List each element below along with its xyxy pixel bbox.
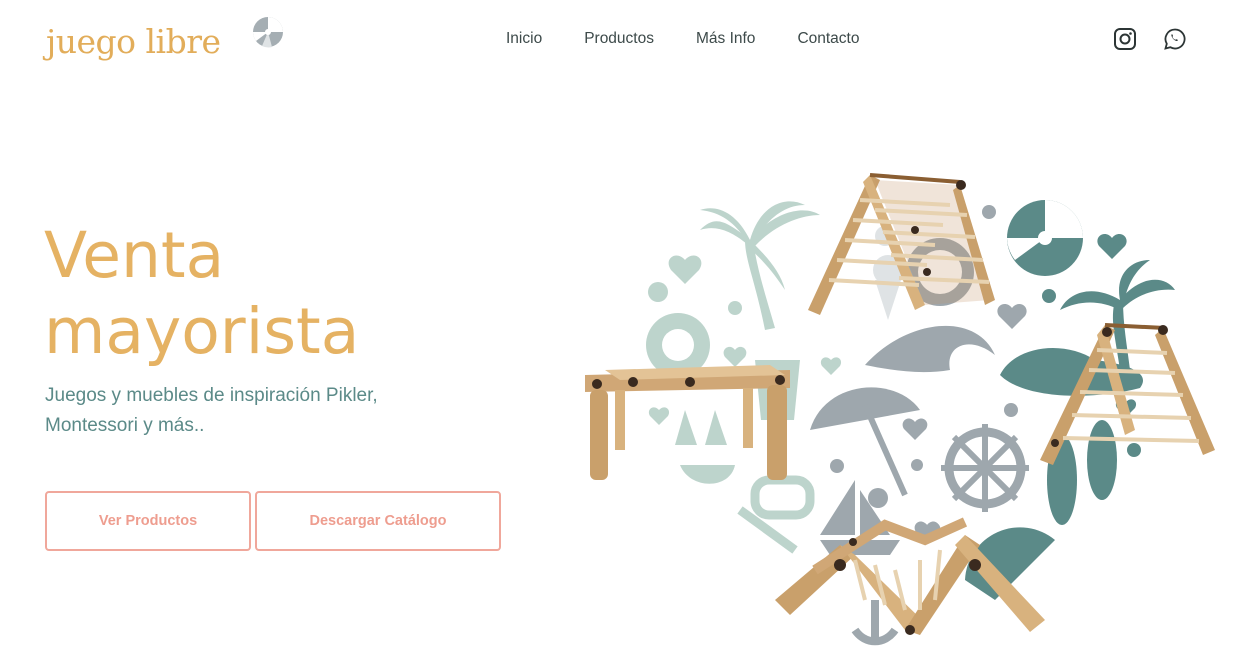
dot-icon <box>911 459 923 471</box>
logo-text: juego libre <box>46 22 221 61</box>
pikler-triangle-top <box>808 173 995 315</box>
ship-wheel-icon <box>941 424 1029 512</box>
dot-icon <box>868 488 888 508</box>
main-nav: Inicio Productos Más Info Contacto <box>506 30 859 48</box>
heart-icon <box>668 255 702 284</box>
heart-icon <box>902 418 928 440</box>
bikini-icon <box>675 410 735 484</box>
ver-productos-button[interactable]: Ver Productos <box>45 491 251 551</box>
nav-item-contacto[interactable]: Contacto <box>797 30 859 48</box>
nav-item-inicio[interactable]: Inicio <box>506 30 542 48</box>
beach-ball-teal-icon <box>1007 200 1083 276</box>
beach-ball-icon <box>253 17 283 48</box>
logo[interactable]: juego libre <box>46 14 286 70</box>
hero-title-line1: Venta <box>44 219 225 292</box>
hero-subtitle: Juegos y muebles de inspiración Pikler, … <box>45 381 465 441</box>
heart-icon <box>648 407 670 425</box>
dot-icon <box>728 301 742 315</box>
dot-icon <box>982 205 996 219</box>
site-header: juego libre Inicio Productos Más Info Co… <box>0 0 1248 80</box>
wave-icon <box>865 325 995 373</box>
snorkel-icon <box>737 475 815 554</box>
hero-title: Venta mayorista <box>44 218 359 370</box>
heart-icon <box>723 346 747 367</box>
hero-illustration <box>585 173 1215 646</box>
palm-tree-icon <box>700 201 820 330</box>
umbrella-icon <box>810 387 920 497</box>
dot-icon <box>1042 289 1056 303</box>
heart-icon <box>1097 234 1127 259</box>
hero-subtitle-line2: Montessori y más.. <box>45 415 205 436</box>
descargar-catalogo-button[interactable]: Descargar Catálogo <box>255 491 501 551</box>
nav-item-productos[interactable]: Productos <box>584 30 654 48</box>
hero-subtitle-line1: Juegos y muebles de inspiración Pikler, <box>45 385 378 406</box>
instagram-icon[interactable] <box>1113 27 1137 51</box>
heart-icon <box>820 357 842 375</box>
heart-icon <box>997 304 1027 329</box>
dot-icon <box>830 459 844 473</box>
dot-icon <box>648 282 668 302</box>
dot-icon <box>1127 443 1141 457</box>
whatsapp-icon[interactable] <box>1163 27 1187 51</box>
dot-icon <box>1004 403 1018 417</box>
nav-item-mas-info[interactable]: Más Info <box>696 30 755 48</box>
hero-title-line2: mayorista <box>44 295 360 368</box>
